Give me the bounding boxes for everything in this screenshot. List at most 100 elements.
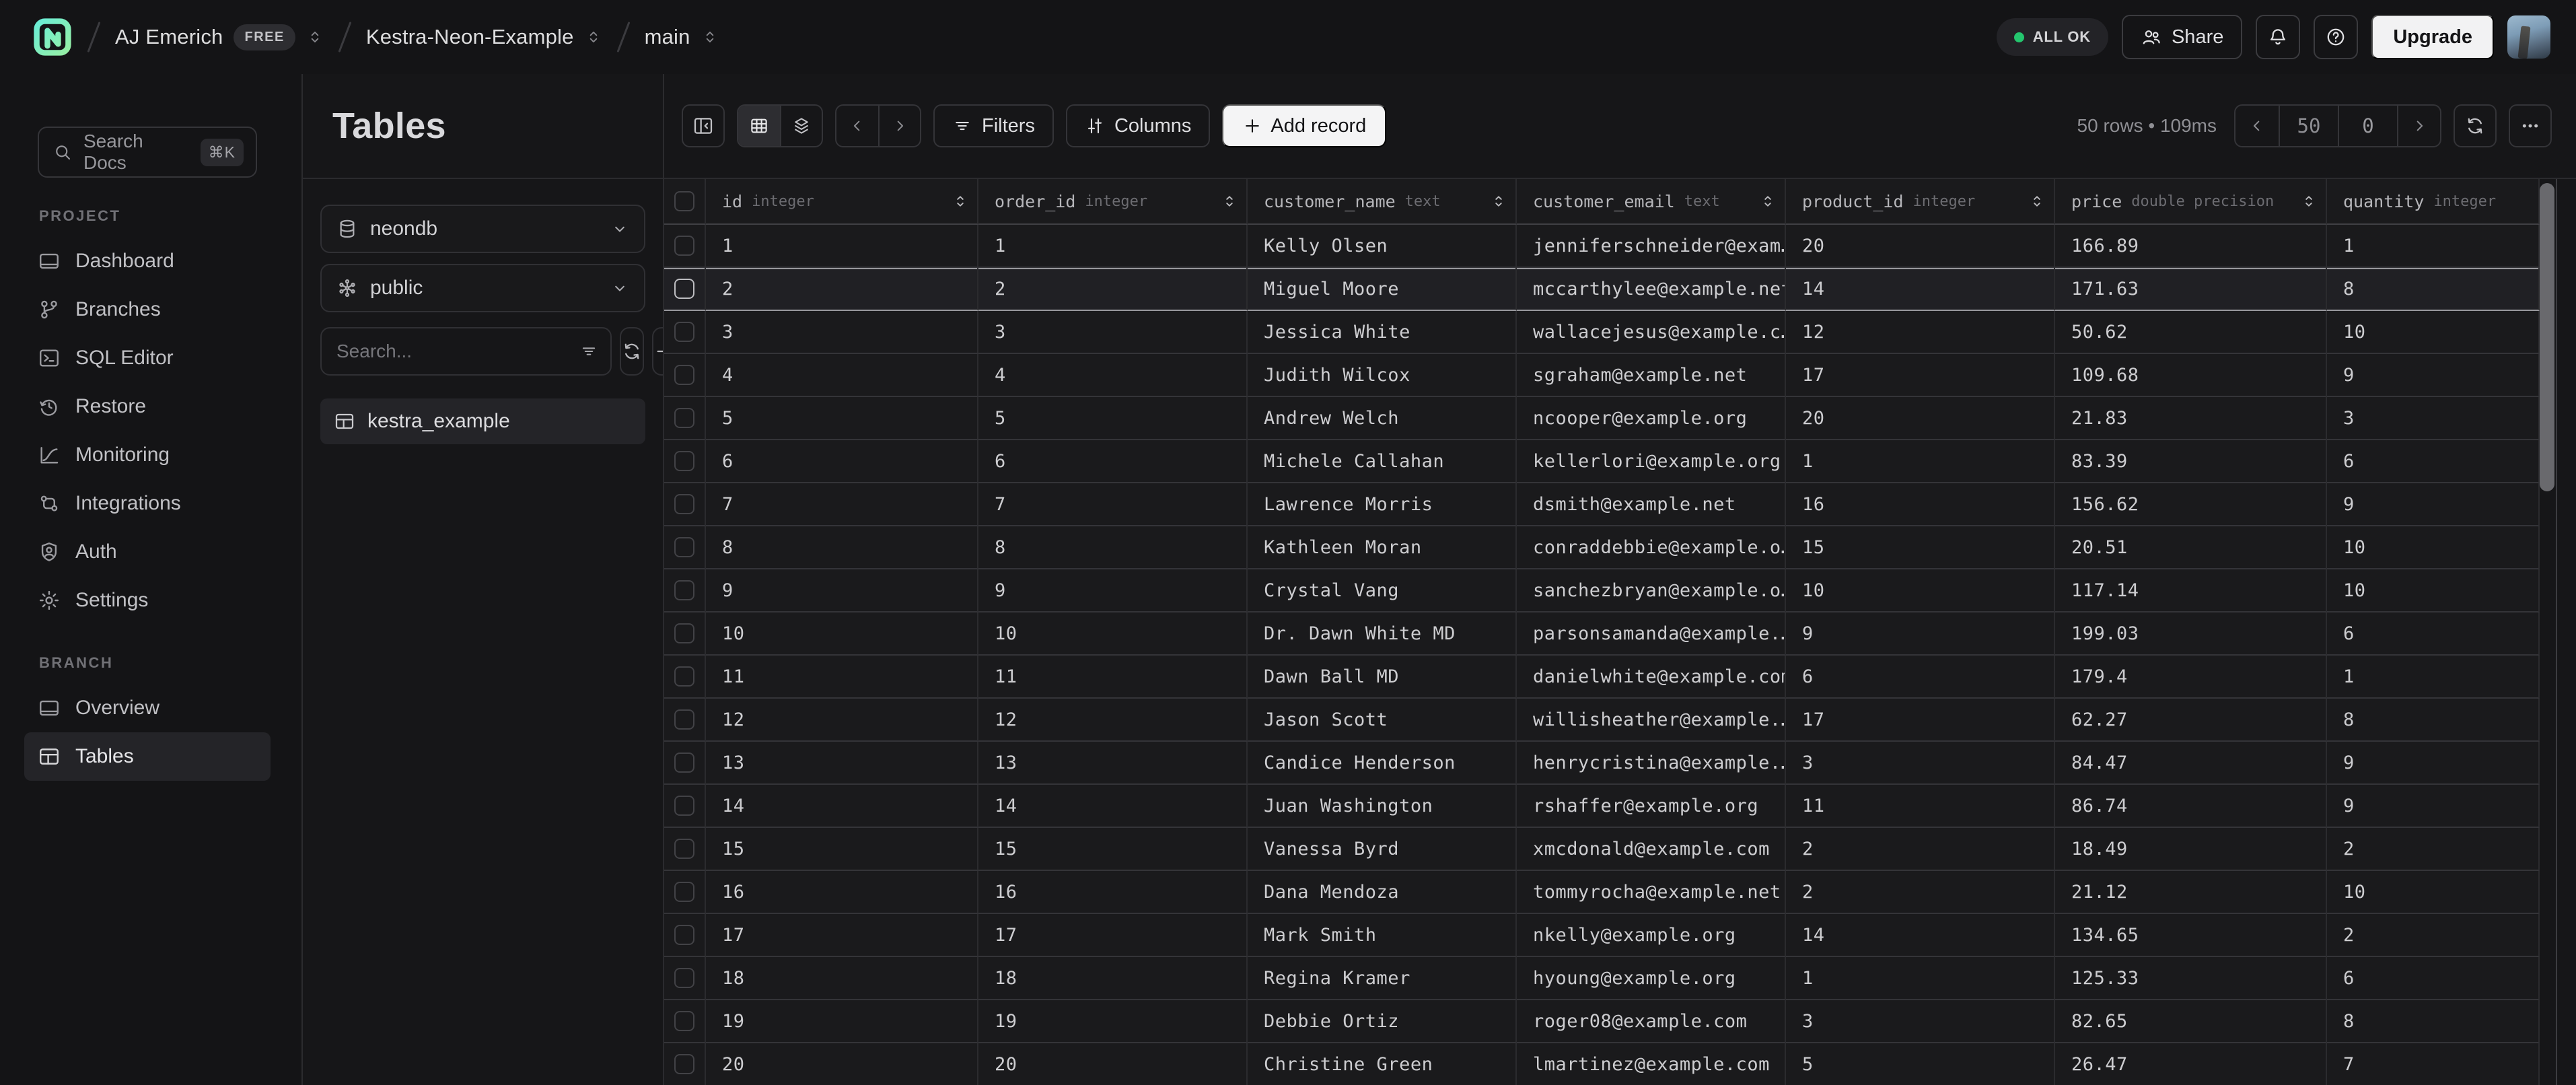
table-cell-customer_name[interactable]: Regina Kramer <box>1248 957 1517 1000</box>
table-cell-customer_email[interactable]: lmartinez@example.com <box>1517 1043 1786 1085</box>
table-cell-customer_email[interactable]: ncooper@example.org <box>1517 397 1786 440</box>
table-cell-product_id[interactable]: 17 <box>1786 354 2055 397</box>
table-cell-id[interactable]: 16 <box>706 871 978 914</box>
more-options-button[interactable] <box>2509 104 2552 147</box>
table-cell-price[interactable]: 125.33 <box>2055 957 2327 1000</box>
table-cell-id[interactable]: 11 <box>706 656 978 699</box>
table-cell-customer_email[interactable]: danielwhite@example.com <box>1517 656 1786 699</box>
table-cell-id[interactable]: 12 <box>706 699 978 742</box>
table-cell-price[interactable]: 84.47 <box>2055 742 2327 785</box>
breadcrumb-project[interactable]: Kestra-Neon-Example <box>366 25 602 49</box>
stack-view-button[interactable] <box>780 106 822 146</box>
add-record-button[interactable]: Add record <box>1222 104 1386 147</box>
next-table-button[interactable] <box>878 106 920 146</box>
table-cell-quantity[interactable]: 1 <box>2327 656 2540 699</box>
sidebar-item-settings[interactable]: Settings <box>24 576 271 625</box>
collapse-panel-button[interactable] <box>682 104 725 147</box>
table-cell-product_id[interactable]: 17 <box>1786 699 2055 742</box>
sidebar-item-tables[interactable]: Tables <box>24 732 271 781</box>
column-header-product_id[interactable]: product_idinteger <box>1786 179 2055 225</box>
column-header-quantity[interactable]: quantityinteger <box>2327 179 2540 225</box>
search-docs-button[interactable]: Search Docs ⌘K <box>38 127 257 178</box>
table-cell-price[interactable]: 20.51 <box>2055 526 2327 569</box>
upgrade-button[interactable]: Upgrade <box>2371 15 2494 59</box>
table-cell-id[interactable]: 15 <box>706 828 978 871</box>
table-cell-order_id[interactable]: 17 <box>978 914 1248 957</box>
table-cell-id[interactable]: 9 <box>706 569 978 612</box>
table-cell-customer_email[interactable]: rshaffer@example.org <box>1517 785 1786 828</box>
table-cell-quantity[interactable]: 10 <box>2327 569 2540 612</box>
table-cell-price[interactable]: 199.03 <box>2055 612 2327 656</box>
row-checkbox[interactable] <box>674 279 694 299</box>
table-cell-price[interactable]: 156.62 <box>2055 483 2327 526</box>
table-cell-product_id[interactable]: 9 <box>1786 612 2055 656</box>
table-cell-id[interactable]: 4 <box>706 354 978 397</box>
status-badge[interactable]: ALL OK <box>1997 18 2108 56</box>
table-cell-customer_name[interactable]: Dawn Ball MD <box>1248 656 1517 699</box>
column-header-customer_name[interactable]: customer_nametext <box>1248 179 1517 225</box>
table-cell-price[interactable]: 21.83 <box>2055 397 2327 440</box>
table-cell-order_id[interactable]: 12 <box>978 699 1248 742</box>
share-button[interactable]: Share <box>2122 15 2242 59</box>
row-checkbox[interactable] <box>674 925 694 945</box>
table-cell-customer_name[interactable]: Jessica White <box>1248 311 1517 354</box>
table-cell-quantity[interactable]: 6 <box>2327 612 2540 656</box>
table-cell-quantity[interactable]: 10 <box>2327 311 2540 354</box>
column-header-id[interactable]: idinteger <box>706 179 978 225</box>
table-cell-customer_email[interactable]: roger08@example.com <box>1517 1000 1786 1043</box>
refresh-rows-button[interactable] <box>2454 104 2497 147</box>
table-cell-order_id[interactable]: 2 <box>978 268 1248 311</box>
sidebar-item-sql-editor[interactable]: SQL Editor <box>24 334 271 382</box>
table-cell-order_id[interactable]: 14 <box>978 785 1248 828</box>
sidebar-item-monitoring[interactable]: Monitoring <box>24 431 271 479</box>
table-cell-customer_name[interactable]: Kathleen Moran <box>1248 526 1517 569</box>
breadcrumb-org[interactable]: AJ Emerich FREE <box>115 24 324 50</box>
table-cell-order_id[interactable]: 19 <box>978 1000 1248 1043</box>
column-header-price[interactable]: pricedouble precision <box>2055 179 2327 225</box>
table-cell-customer_name[interactable]: Crystal Vang <box>1248 569 1517 612</box>
page-size-value[interactable]: 50 <box>2279 106 2338 146</box>
table-cell-order_id[interactable]: 15 <box>978 828 1248 871</box>
table-cell-customer_email[interactable]: hyoung@example.org <box>1517 957 1786 1000</box>
row-checkbox[interactable] <box>674 753 694 773</box>
column-header-customer_email[interactable]: customer_emailtext <box>1517 179 1786 225</box>
next-page-button[interactable] <box>2397 106 2440 146</box>
table-cell-order_id[interactable]: 4 <box>978 354 1248 397</box>
table-cell-product_id[interactable]: 20 <box>1786 225 2055 268</box>
table-cell-customer_name[interactable]: Dr. Dawn White MD <box>1248 612 1517 656</box>
table-cell-order_id[interactable]: 18 <box>978 957 1248 1000</box>
table-cell-order_id[interactable]: 16 <box>978 871 1248 914</box>
notifications-button[interactable] <box>2256 15 2300 59</box>
table-cell-id[interactable]: 17 <box>706 914 978 957</box>
sort-icon[interactable] <box>1759 193 1777 210</box>
table-cell-customer_email[interactable]: willisheather@example.… <box>1517 699 1786 742</box>
table-cell-customer_name[interactable]: Christine Green <box>1248 1043 1517 1085</box>
table-cell-id[interactable]: 7 <box>706 483 978 526</box>
table-cell-quantity[interactable]: 7 <box>2327 1043 2540 1085</box>
row-checkbox[interactable] <box>674 494 694 514</box>
page-offset-value[interactable]: 0 <box>2338 106 2397 146</box>
table-cell-product_id[interactable]: 2 <box>1786 828 2055 871</box>
sort-icon[interactable] <box>2300 193 2318 210</box>
table-cell-customer_name[interactable]: Judith Wilcox <box>1248 354 1517 397</box>
table-cell-customer_email[interactable]: wallacejesus@example.c… <box>1517 311 1786 354</box>
table-cell-quantity[interactable]: 9 <box>2327 785 2540 828</box>
database-select[interactable]: neondb <box>320 205 645 253</box>
table-cell-order_id[interactable]: 11 <box>978 656 1248 699</box>
table-search-input[interactable] <box>336 341 579 362</box>
table-cell-order_id[interactable]: 6 <box>978 440 1248 483</box>
table-cell-quantity[interactable]: 9 <box>2327 742 2540 785</box>
table-cell-quantity[interactable]: 8 <box>2327 699 2540 742</box>
table-cell-id[interactable]: 1 <box>706 225 978 268</box>
project-switcher-icon[interactable] <box>585 28 602 46</box>
table-cell-customer_email[interactable]: sgraham@example.net <box>1517 354 1786 397</box>
table-cell-customer_email[interactable]: kellerlori@example.org <box>1517 440 1786 483</box>
table-cell-customer_name[interactable]: Juan Washington <box>1248 785 1517 828</box>
sidebar-item-dashboard[interactable]: Dashboard <box>24 237 271 285</box>
row-checkbox[interactable] <box>674 796 694 816</box>
sort-icon[interactable] <box>952 193 969 210</box>
table-cell-quantity[interactable]: 6 <box>2327 440 2540 483</box>
table-cell-product_id[interactable]: 1 <box>1786 440 2055 483</box>
help-button[interactable] <box>2314 15 2358 59</box>
grid-view-button[interactable] <box>738 106 780 146</box>
